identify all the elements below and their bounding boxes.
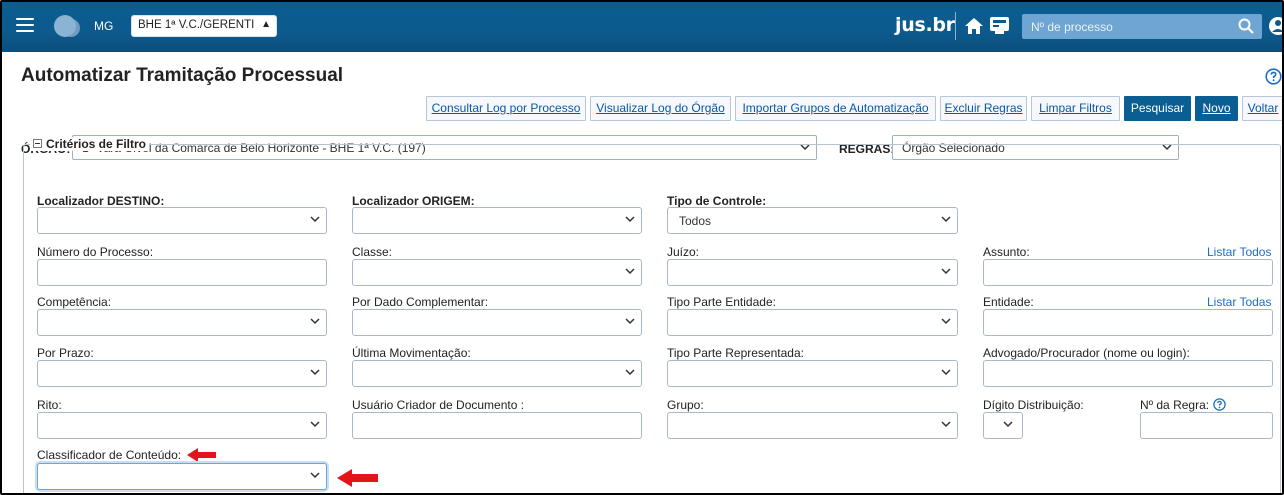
novo-button[interactable]: Novo bbox=[1195, 96, 1238, 121]
ultima-movimentacao-label: Última Movimentação: bbox=[352, 346, 471, 360]
search-icon[interactable] bbox=[1238, 18, 1254, 34]
pesquisar-button[interactable]: Pesquisar bbox=[1124, 96, 1191, 121]
updown-caret-icon: ▲︎ bbox=[261, 19, 271, 30]
chevron-down-icon bbox=[1003, 420, 1013, 428]
localizador-destino-label: Localizador DESTINO: bbox=[37, 194, 165, 208]
chevron-down-icon bbox=[310, 368, 320, 376]
app-logo bbox=[54, 15, 76, 37]
chevron-down-icon bbox=[310, 317, 320, 325]
digito-distribuicao-label: Dígito Distribuição: bbox=[983, 398, 1084, 412]
localizador-origem-select[interactable] bbox=[352, 207, 642, 234]
tipo-parte-entidade-select[interactable] bbox=[667, 309, 958, 336]
help-icon[interactable] bbox=[1265, 68, 1282, 85]
voltar-button[interactable]: Voltar bbox=[1242, 96, 1282, 121]
rito-select[interactable] bbox=[37, 412, 327, 439]
juizo-label: Juízo: bbox=[667, 245, 700, 259]
state-label: MG bbox=[94, 19, 114, 33]
chevron-down-icon bbox=[310, 215, 320, 223]
filter-legend-label: Critérios de Filtro bbox=[46, 137, 147, 151]
competencia-select[interactable] bbox=[37, 309, 327, 336]
collapse-icon[interactable] bbox=[33, 139, 42, 149]
red-arrow-icon bbox=[337, 468, 379, 491]
visualizar-log-button[interactable]: Visualizar Log do Órgão bbox=[590, 96, 731, 121]
listar-todos-link[interactable]: Listar Todos bbox=[1207, 245, 1271, 259]
numero-regra-input[interactable] bbox=[1140, 412, 1273, 439]
usuario-criador-input[interactable] bbox=[352, 412, 642, 439]
filter-legend[interactable]: Critérios de Filtro bbox=[30, 137, 150, 151]
assunto-label: Assunto: bbox=[983, 245, 1030, 259]
classe-select[interactable] bbox=[352, 259, 642, 286]
chevron-down-icon bbox=[625, 267, 635, 275]
juizo-select[interactable] bbox=[667, 259, 958, 286]
advogado-input[interactable] bbox=[983, 360, 1273, 387]
usuario-criador-label: Usuário Criador de Documento : bbox=[352, 398, 525, 412]
tipo-controle-label: Tipo de Controle: bbox=[667, 194, 767, 208]
tipo-parte-representada-select[interactable] bbox=[667, 360, 958, 387]
brand-logo[interactable]: jus.br bbox=[895, 14, 955, 36]
mail-icon[interactable] bbox=[989, 16, 1010, 35]
por-prazo-select[interactable] bbox=[37, 360, 327, 387]
rito-label: Rito: bbox=[37, 398, 62, 412]
page-title: Automatizar Tramitação Processual bbox=[21, 65, 344, 86]
numero-regra-label-text: Nº da Regra: bbox=[1140, 398, 1210, 412]
chevron-down-icon bbox=[941, 317, 951, 325]
top-bar: MG BHE 1ª V.C./GERENTI ▲︎ jus.br bbox=[2, 2, 1282, 52]
localizador-destino-select[interactable] bbox=[37, 207, 327, 234]
listar-todas-link[interactable]: Listar Todas bbox=[1207, 295, 1271, 309]
app-window: MG BHE 1ª V.C./GERENTI ▲︎ jus.br Automat… bbox=[0, 0, 1284, 495]
importar-grupos-button[interactable]: Importar Grupos de Automatização bbox=[735, 96, 936, 121]
classificador-conteudo-label: Classificador de Conteúdo: bbox=[37, 448, 182, 462]
classe-label: Classe: bbox=[352, 245, 393, 259]
advogado-label: Advogado/Procurador (nome ou login): bbox=[983, 346, 1190, 360]
org-select[interactable]: BHE 1ª V.C./GERENTI ▲︎ bbox=[131, 15, 277, 37]
grupo-label: Grupo: bbox=[667, 398, 704, 412]
chevron-down-icon bbox=[625, 215, 635, 223]
digito-distribuicao-select[interactable] bbox=[983, 412, 1023, 439]
help-icon[interactable] bbox=[1213, 398, 1226, 412]
chevron-down-icon bbox=[310, 471, 320, 479]
process-number-input[interactable] bbox=[1022, 14, 1232, 39]
ultima-movimentacao-select[interactable] bbox=[352, 360, 642, 387]
search-box bbox=[1022, 14, 1262, 39]
assunto-input[interactable] bbox=[983, 259, 1273, 286]
chevron-down-icon bbox=[941, 267, 951, 275]
dado-complementar-select[interactable] bbox=[352, 309, 642, 336]
classificador-conteudo-select[interactable] bbox=[37, 463, 327, 490]
consultar-log-button[interactable]: Consultar Log por Processo bbox=[426, 96, 586, 121]
tipo-controle-select[interactable]: Todos bbox=[667, 207, 958, 234]
home-icon[interactable] bbox=[964, 16, 984, 36]
numero-processo-input[interactable] bbox=[37, 259, 327, 286]
por-prazo-label: Por Prazo: bbox=[37, 346, 94, 360]
entidade-input[interactable] bbox=[983, 309, 1273, 336]
numero-processo-label: Número do Processo: bbox=[37, 245, 154, 259]
chevron-down-icon bbox=[941, 368, 951, 376]
tipo-controle-value: Todos bbox=[679, 214, 712, 228]
tipo-parte-entidade-label: Tipo Parte Entidade: bbox=[667, 295, 776, 309]
grupo-select[interactable] bbox=[667, 412, 958, 439]
org-select-value: BHE 1ª V.C./GERENTI bbox=[138, 19, 255, 31]
dado-complementar-label: Por Dado Complementar: bbox=[352, 295, 489, 309]
entidade-label: Entidade: bbox=[983, 295, 1034, 309]
menu-icon[interactable] bbox=[16, 18, 34, 32]
chevron-down-icon bbox=[625, 317, 635, 325]
localizador-origem-label: Localizador ORIGEM: bbox=[352, 194, 475, 208]
divider bbox=[955, 12, 956, 40]
chevron-down-icon bbox=[625, 368, 635, 376]
excluir-regras-button[interactable]: Excluir Regras bbox=[940, 96, 1027, 121]
tipo-parte-representada-label: Tipo Parte Representada: bbox=[667, 346, 804, 360]
limpar-filtros-button[interactable]: Limpar Filtros bbox=[1031, 96, 1120, 121]
user-icon[interactable] bbox=[1268, 16, 1282, 36]
numero-regra-label: Nº da Regra: bbox=[1140, 398, 1226, 412]
chevron-down-icon bbox=[310, 420, 320, 428]
chevron-down-icon bbox=[941, 215, 951, 223]
chevron-down-icon bbox=[941, 420, 951, 428]
competencia-label: Competência: bbox=[37, 295, 112, 309]
